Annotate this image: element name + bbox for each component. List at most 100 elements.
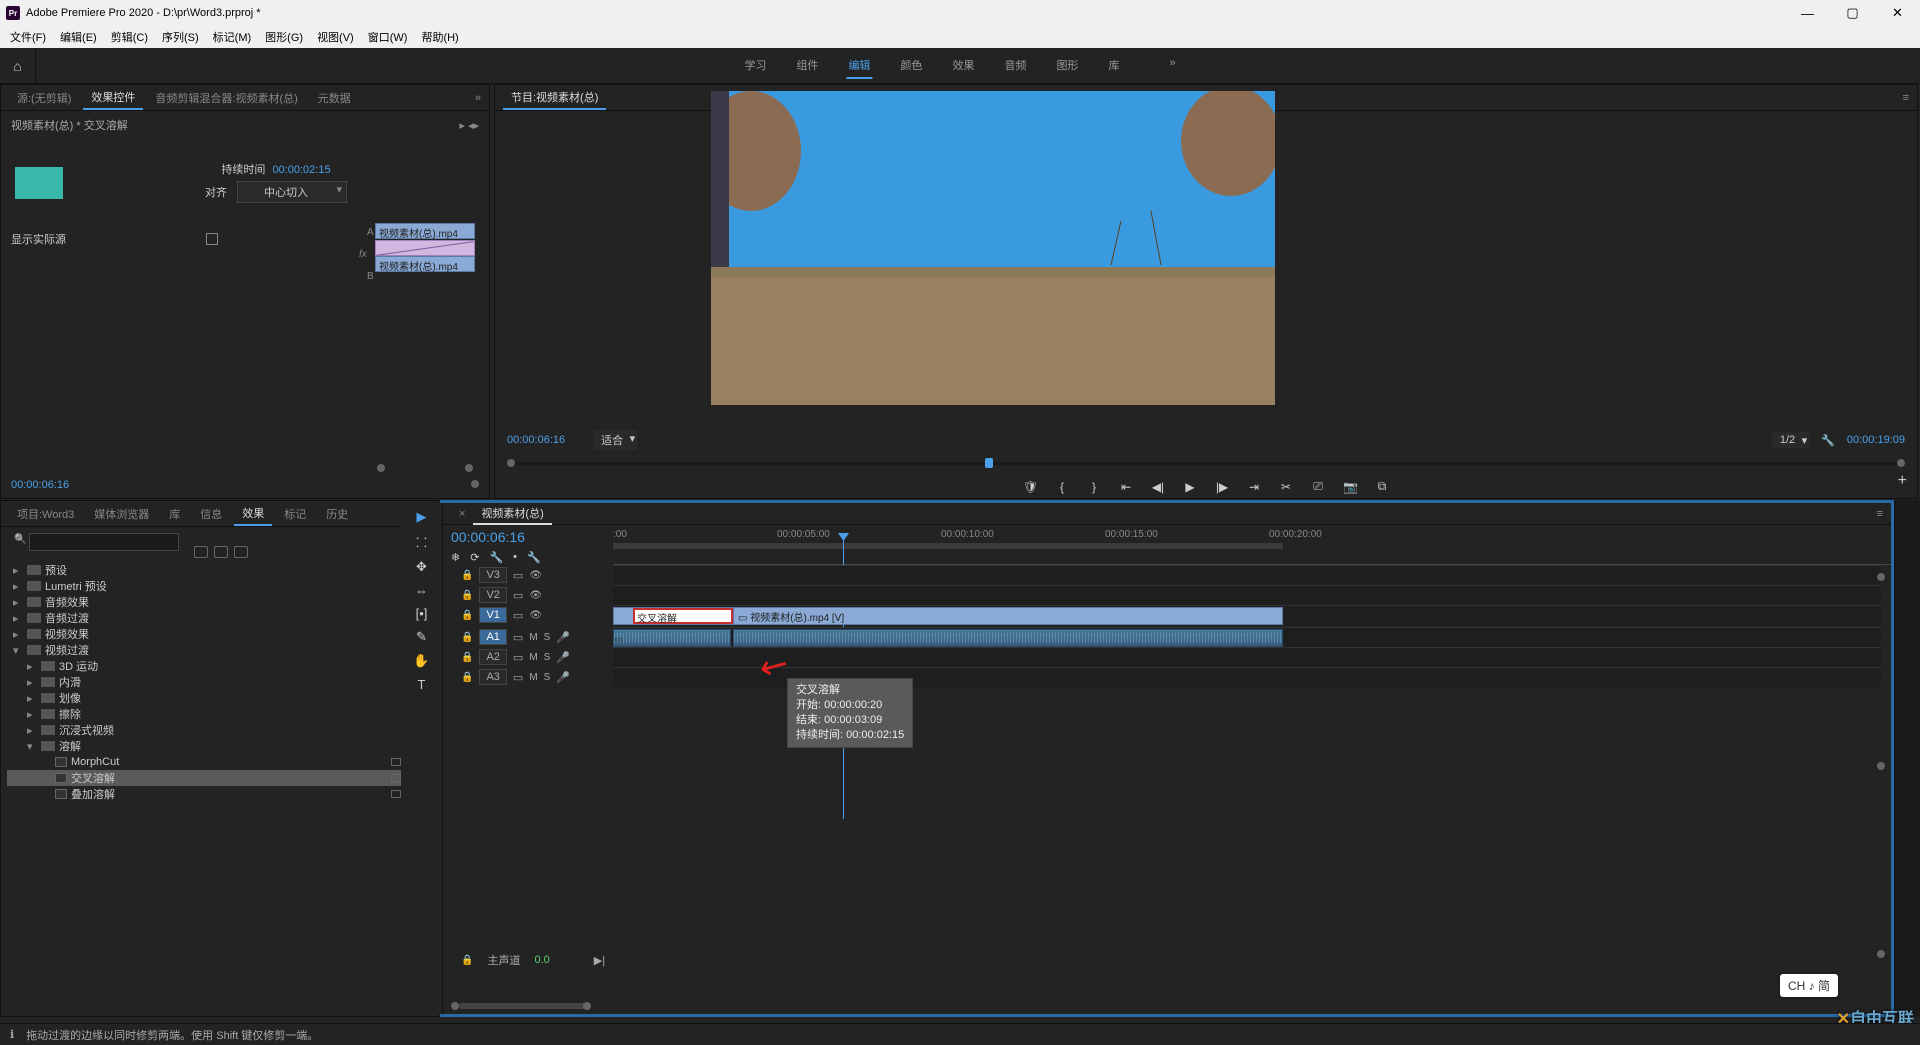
effects-folder[interactable]: ▸擦除 xyxy=(7,706,433,722)
add-button[interactable]: + xyxy=(1898,472,1907,490)
time-ruler[interactable]: :0000:00:05:0000:00:10:0000:00:15:0000:0… xyxy=(613,525,1891,565)
mini-transition[interactable] xyxy=(375,240,475,256)
audio-clip[interactable]: ▭ xyxy=(613,629,731,647)
video-clip[interactable]: ▭ 视频素材(总).mp4 [V] xyxy=(733,607,1283,625)
workspace-overflow-icon[interactable]: » xyxy=(1167,53,1177,79)
transport-button-7[interactable]: ⇥ xyxy=(1247,480,1261,494)
mini-clip-a[interactable]: 视频素材(总).mp4 xyxy=(375,223,475,239)
timeline-tool-6[interactable]: ✋ xyxy=(413,653,429,669)
settings-icon[interactable]: 🔧 xyxy=(1821,434,1835,447)
transport-button-1[interactable]: { xyxy=(1055,480,1069,494)
audio-clip[interactable] xyxy=(733,629,1283,647)
effect-preset[interactable]: 叠加溶解 xyxy=(7,786,433,802)
timeline-tool-7[interactable]: T xyxy=(418,677,426,692)
panel-overflow-icon[interactable]: » xyxy=(467,89,489,107)
panel-tab[interactable]: 历史 xyxy=(318,503,356,525)
fit-dropdown[interactable]: 适合 xyxy=(593,430,637,450)
panel-tab[interactable]: 项目:Word3 xyxy=(9,503,82,525)
timeline-tool-5[interactable]: ✎ xyxy=(416,629,427,645)
effects-folder[interactable]: ▸3D 运动 xyxy=(7,658,433,674)
source-timecode[interactable]: 00:00:06:16 xyxy=(11,479,69,491)
workspace-tab[interactable]: 学习 xyxy=(742,53,768,79)
workspace-tab[interactable]: 编辑 xyxy=(846,53,872,79)
scroll-thumb-r[interactable] xyxy=(465,464,473,472)
zoom-handle-l[interactable] xyxy=(451,1002,459,1010)
menu-item[interactable]: 剪辑(C) xyxy=(105,27,154,47)
home-button[interactable]: ⌂ xyxy=(0,48,36,84)
timeline-option-2[interactable]: 🔧 xyxy=(489,551,503,564)
sequence-tab[interactable]: 视频素材(总) xyxy=(473,503,551,525)
menu-item[interactable]: 序列(S) xyxy=(156,27,205,47)
menu-item[interactable]: 图形(G) xyxy=(259,27,309,47)
menu-item[interactable]: 窗口(W) xyxy=(362,27,414,47)
duration-value[interactable]: 00:00:02:15 xyxy=(272,164,330,176)
menu-item[interactable]: 标记(M) xyxy=(207,27,258,47)
track-header[interactable]: 🔒V2▭👁 xyxy=(443,585,613,605)
show-real-checkbox[interactable] xyxy=(206,233,218,245)
effect-preset[interactable]: 交叉溶解 xyxy=(7,770,433,786)
program-monitor[interactable] xyxy=(711,91,1275,405)
workspace-tab[interactable]: 颜色 xyxy=(898,53,924,79)
scroll-thumb[interactable] xyxy=(471,480,479,488)
work-area[interactable] xyxy=(613,543,1283,549)
v-scroll-bot[interactable] xyxy=(1877,950,1885,958)
ime-badge[interactable]: CH ♪ 简 xyxy=(1780,974,1838,997)
track-header[interactable]: 🔒A1▭MS🎤 xyxy=(443,627,613,647)
v-scroll-top[interactable] xyxy=(1877,573,1885,581)
timeline-option-1[interactable]: ⟳ xyxy=(470,551,479,564)
menu-item[interactable]: 视图(V) xyxy=(311,27,360,47)
track-header[interactable]: 🔒A3▭MS🎤 xyxy=(443,667,613,687)
transport-button-2[interactable]: } xyxy=(1087,480,1101,494)
panel-tab[interactable]: 效果 xyxy=(234,502,272,526)
track-header[interactable]: 🔒V3▭👁 xyxy=(443,565,613,585)
effects-folder[interactable]: ▾视频过渡 xyxy=(7,642,433,658)
zoom-handle-r[interactable] xyxy=(583,1002,591,1010)
scrub-handle-r[interactable] xyxy=(1897,459,1905,467)
effects-folder[interactable]: ▸沉浸式视频 xyxy=(7,722,433,738)
workspace-tab[interactable]: 库 xyxy=(1106,53,1121,79)
effects-folder[interactable]: ▸划像 xyxy=(7,690,433,706)
timeline-tool-1[interactable]: ⸬ xyxy=(416,533,427,551)
transport-button-6[interactable]: |▶ xyxy=(1215,480,1229,494)
filter-icons[interactable] xyxy=(194,546,248,558)
timeline-timecode[interactable]: 00:00:06:16 xyxy=(451,529,605,545)
panel-tab[interactable]: 信息 xyxy=(192,503,230,525)
panel-tab[interactable]: 效果控件 xyxy=(83,86,143,110)
panel-tab[interactable]: 源:(无剪辑) xyxy=(9,87,79,109)
transport-button-3[interactable]: ⇤ xyxy=(1119,480,1133,494)
transition-clip[interactable]: 交叉溶解 xyxy=(633,608,733,624)
effects-folder[interactable]: ▸预设 xyxy=(7,562,433,578)
effects-folder[interactable]: ▸音频效果 xyxy=(7,594,433,610)
workspace-tab[interactable]: 音频 xyxy=(1002,53,1028,79)
track-lane[interactable] xyxy=(613,565,1881,585)
menu-item[interactable]: 文件(F) xyxy=(4,27,52,47)
transport-button-9[interactable]: ⎚ xyxy=(1311,479,1325,494)
effects-search-input[interactable] xyxy=(29,533,179,551)
panel-menu-icon[interactable]: ≡ xyxy=(1869,506,1891,522)
track-lane[interactable]: ▭ xyxy=(613,627,1881,647)
menu-item[interactable]: 帮助(H) xyxy=(415,27,464,47)
program-tab[interactable]: 节目:视频素材(总) xyxy=(503,86,606,110)
track-lane[interactable] xyxy=(613,647,1881,667)
close-button[interactable]: ✕ xyxy=(1875,0,1920,26)
align-dropdown[interactable]: 中心切入 xyxy=(237,181,347,203)
v-scroll-mid[interactable] xyxy=(1877,762,1885,770)
panel-tab[interactable]: 音频剪辑混合器:视频素材(总) xyxy=(147,87,305,109)
program-scrubber[interactable] xyxy=(507,458,1905,468)
timeline-tool-4[interactable]: [•] xyxy=(416,606,428,621)
track-header[interactable]: 🔒A2▭MS🎤 xyxy=(443,647,613,667)
master-value[interactable]: 0.0 xyxy=(534,954,549,966)
track-lane[interactable] xyxy=(613,585,1881,605)
panel-tab[interactable]: 媒体浏览器 xyxy=(86,503,157,525)
maximize-button[interactable]: ▢ xyxy=(1830,0,1875,26)
workspace-tab[interactable]: 图形 xyxy=(1054,53,1080,79)
keyframe-nav[interactable]: ▸ ◂▸ xyxy=(459,119,479,132)
timeline-tool-0[interactable]: ▶ xyxy=(417,509,427,525)
program-timecode[interactable]: 00:00:06:16 xyxy=(507,434,565,446)
transport-button-5[interactable]: ▶ xyxy=(1183,480,1197,494)
transport-button-8[interactable]: ✂ xyxy=(1279,480,1293,494)
workspace-tab[interactable]: 组件 xyxy=(794,53,820,79)
track-lane[interactable]: ▭ 视频素材(总).mp4 [V]交叉溶解 xyxy=(613,605,1881,625)
scrub-handle-l[interactable] xyxy=(507,459,515,467)
transport-button-4[interactable]: ◀| xyxy=(1151,480,1165,494)
